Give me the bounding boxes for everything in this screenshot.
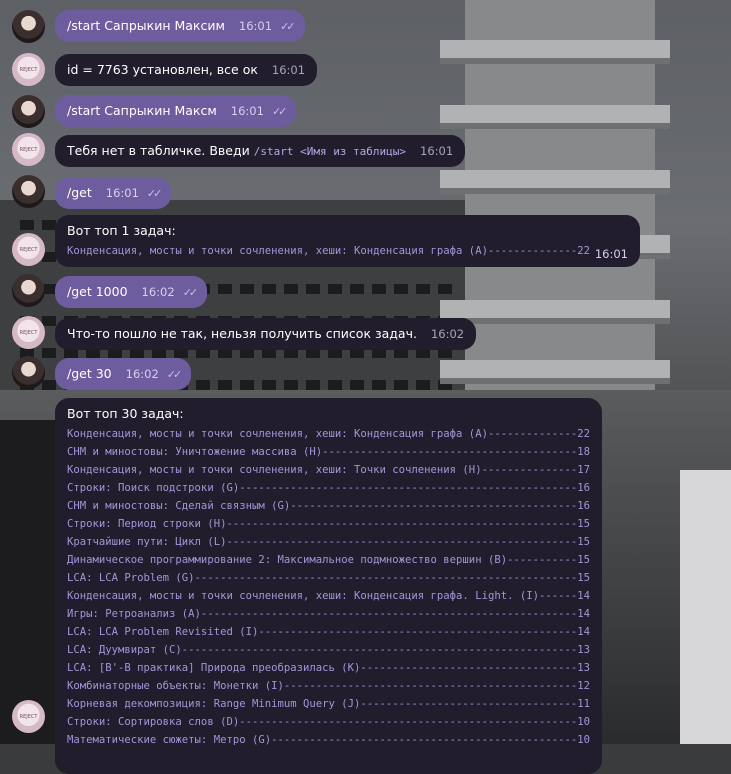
message-text: Тебя нет в табличке. Введи [67, 143, 250, 158]
message-outgoing[interactable]: /start Сапрыкин Максим 16:01 ✓✓ [55, 10, 305, 42]
bot-avatar[interactable] [12, 700, 45, 733]
message-text: Вот топ 30 задач: [67, 406, 184, 421]
bot-avatar[interactable] [12, 133, 45, 166]
task-line: Строки: Период строки (H)---------------… [67, 518, 590, 530]
task-line: LCA: LCA Problem (G)--------------------… [67, 572, 590, 584]
message-outgoing[interactable]: /start Сапрыкин Максм 16:01 ✓✓ [55, 95, 297, 127]
task-line: Корневая декомпозиция: Range Minimum Que… [67, 698, 590, 710]
message-time: 16:01 [271, 63, 306, 77]
task-line: Конденсация, мосты и точки сочленения, х… [67, 428, 590, 440]
message-text: id = 7763 установлен, все ок [67, 62, 258, 77]
message-time: 16:01 [105, 186, 139, 200]
message-text: /start Сапрыкин Максим [67, 18, 225, 33]
message-incoming[interactable]: id = 7763 установлен, все ок 16:01 [55, 54, 318, 86]
message-incoming[interactable]: Тебя нет в табличке. Введи /start <Имя и… [55, 135, 466, 167]
task-line: Строки: Сортировка слов (D)-------------… [67, 716, 590, 728]
task-line: CHM и миностовы: Сделай связным (G)-----… [67, 500, 590, 512]
task-line: Математические сюжеты: Метро (G)--------… [67, 734, 590, 746]
message-outgoing[interactable]: /get 30 16:02 ✓✓ [55, 358, 192, 390]
message-text: Что-то пошло не так, нельзя получить спи… [67, 326, 417, 341]
bot-avatar[interactable] [12, 53, 45, 86]
command-code[interactable]: /start <Имя из таблицы> [254, 145, 406, 158]
message-time: 16:01 [238, 19, 273, 33]
message-incoming[interactable]: Вот топ 1 задач: Конденсация, мосты и то… [55, 215, 640, 267]
message-time: 16:01 [594, 247, 628, 261]
message-time: 16:02 [125, 367, 159, 381]
message-text: Вот топ 1 задач: [67, 223, 176, 238]
task-line: Динамическое программирование 2: Максима… [67, 554, 590, 566]
read-receipt-icon: ✓✓ [271, 105, 288, 118]
task-line: Конденсация, мосты и точки сочленения, х… [67, 464, 590, 476]
read-receipt-icon: ✓✓ [182, 286, 199, 299]
message-time: 16:02 [430, 327, 465, 341]
message-list[interactable]: /start Сапрыкин Максим 16:01 ✓✓ id = 7763 … [0, 0, 731, 774]
message-incoming[interactable]: Что-то пошло не так, нельзя получить спи… [55, 318, 477, 350]
message-text: /get 1000 [67, 284, 128, 299]
read-receipt-icon: ✓✓ [280, 20, 296, 33]
task-line: Игры: Ретроанализ (A)-------------------… [67, 608, 590, 620]
message-text: /get 30 [67, 366, 112, 381]
task-line: Комбинаторные объекты: Монетки (I)------… [67, 680, 590, 692]
task-line: LCA: LCA Problem Revisited (I)----------… [67, 626, 590, 638]
message-incoming[interactable]: Вот топ 30 задач: Конденсация, мосты и т… [55, 398, 602, 774]
user-avatar[interactable] [12, 356, 45, 389]
task-line: Кратчайшие пути: Цикл (L)---------------… [67, 536, 590, 548]
read-receipt-icon: ✓✓ [146, 187, 163, 200]
message-time: 16:02 [141, 285, 175, 299]
bot-avatar[interactable] [12, 316, 45, 349]
message-text: /get [67, 185, 92, 200]
user-avatar[interactable] [12, 274, 45, 307]
message-outgoing[interactable]: /get 1000 16:02 ✓✓ [55, 276, 208, 308]
task-line: LCA: Дуумвират (C)----------------------… [67, 644, 590, 656]
task-line: Строки: Поиск подстроки (G)-------------… [67, 482, 590, 494]
task-line: Конденсация, мосты и точки сочленения, х… [67, 245, 590, 257]
task-line: LCA: [B'-B практика] Природа преобразила… [67, 662, 590, 674]
message-time: 16:01 [230, 104, 264, 118]
message-time: 16:01 [420, 144, 454, 158]
message-text: /start Сапрыкин Максм [67, 103, 217, 118]
task-line: Конденсация, мосты и точки сочленения, х… [67, 590, 590, 602]
read-receipt-icon: ✓✓ [166, 368, 183, 381]
message-outgoing[interactable]: /get 16:01 ✓✓ [55, 177, 172, 209]
task-line: CHM и миностовы: Уничтожение массива (H)… [67, 446, 590, 458]
bot-avatar[interactable] [12, 233, 45, 266]
user-avatar[interactable] [12, 10, 45, 43]
user-avatar[interactable] [12, 175, 45, 208]
user-avatar[interactable] [12, 95, 45, 128]
